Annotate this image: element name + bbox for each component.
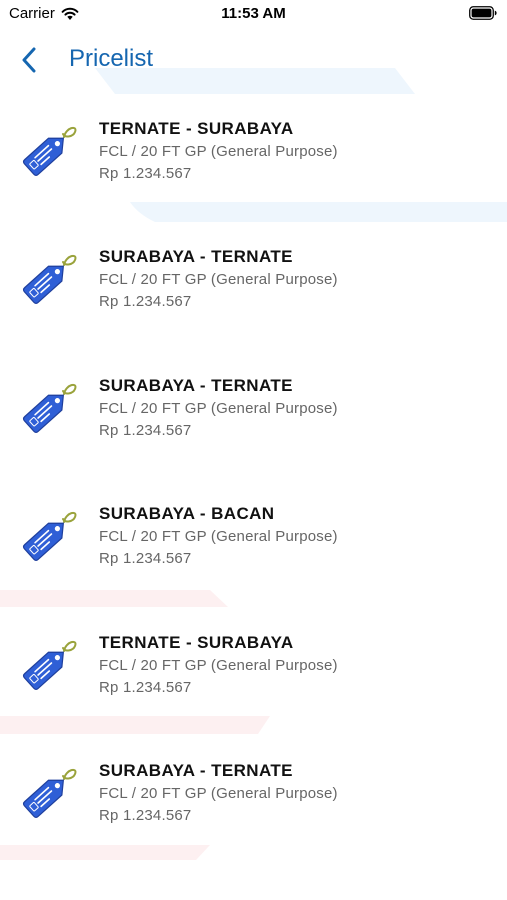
- price-tag-icon: [22, 640, 77, 690]
- price-label: Rp 1.234.567: [99, 806, 192, 824]
- container-type-label: FCL / 20 FT GP (General Purpose): [99, 784, 338, 802]
- item-text: SURABAYA - TERNATE FCL / 20 FT GP (Gener…: [99, 376, 338, 440]
- route-label: TERNATE - SURABAYA: [99, 632, 294, 652]
- price-label: Rp 1.234.567: [99, 293, 192, 311]
- container-type-label: FCL / 20 FT GP (General Purpose): [99, 143, 338, 160]
- page-title: Pricelist: [69, 45, 154, 72]
- price-list: TERNATE - SURABAYA FCL / 20 FT GP (Gener…: [0, 100, 507, 870]
- route-label: SURABAYA - TERNATE: [99, 247, 293, 267]
- container-type-label: FCL / 20 FT GP (General Purpose): [99, 399, 338, 417]
- route-label: SURABAYA - BACAN: [99, 504, 275, 524]
- status-bar: Carrier 11:53 AM: [0, 0, 507, 28]
- route-label: TERNATE - SURABAYA: [99, 119, 294, 138]
- back-button[interactable]: [14, 44, 44, 76]
- price-list-item[interactable]: TERNATE - SURABAYA FCL / 20 FT GP (Gener…: [0, 614, 507, 742]
- status-time: 11:53 AM: [221, 5, 286, 22]
- chevron-left-icon: [22, 47, 36, 73]
- price-label: Rp 1.234.567: [99, 678, 192, 696]
- price-tag-icon: [22, 768, 77, 818]
- price-list-item[interactable]: SURABAYA - TERNATE FCL / 20 FT GP (Gener…: [0, 357, 507, 485]
- battery-icon: [469, 6, 497, 20]
- price-tag-icon: [22, 126, 77, 177]
- container-type-label: FCL / 20 FT GP (General Purpose): [99, 656, 338, 674]
- price-list-item[interactable]: SURABAYA - TERNATE FCL / 20 FT GP (Gener…: [0, 228, 507, 356]
- price-label: Rp 1.234.567: [99, 550, 192, 568]
- route-label: SURABAYA - TERNATE: [99, 760, 293, 780]
- price-tag-icon: [22, 383, 77, 433]
- item-text: TERNATE - SURABAYA FCL / 20 FT GP (Gener…: [99, 119, 338, 183]
- container-type-label: FCL / 20 FT GP (General Purpose): [99, 528, 338, 546]
- container-type-label: FCL / 20 FT GP (General Purpose): [99, 271, 338, 289]
- navigation-bar: Pricelist: [0, 40, 507, 80]
- item-text: TERNATE - SURABAYA FCL / 20 FT GP (Gener…: [99, 633, 338, 697]
- price-label: Rp 1.234.567: [99, 421, 192, 439]
- price-list-item[interactable]: TERNATE - SURABAYA FCL / 20 FT GP (Gener…: [0, 100, 507, 228]
- price-tag-icon: [22, 512, 77, 562]
- item-text: SURABAYA - TERNATE FCL / 20 FT GP (Gener…: [99, 247, 338, 311]
- route-label: SURABAYA - TERNATE: [99, 375, 293, 395]
- item-text: SURABAYA - TERNATE FCL / 20 FT GP (Gener…: [99, 761, 338, 825]
- item-text: SURABAYA - BACAN FCL / 20 FT GP (General…: [99, 504, 338, 568]
- price-list-item[interactable]: SURABAYA - TERNATE FCL / 20 FT GP (Gener…: [0, 742, 507, 870]
- price-tag-icon: [22, 255, 77, 305]
- price-list-item[interactable]: SURABAYA - BACAN FCL / 20 FT GP (General…: [0, 485, 507, 613]
- price-label: Rp 1.234.567: [99, 165, 192, 182]
